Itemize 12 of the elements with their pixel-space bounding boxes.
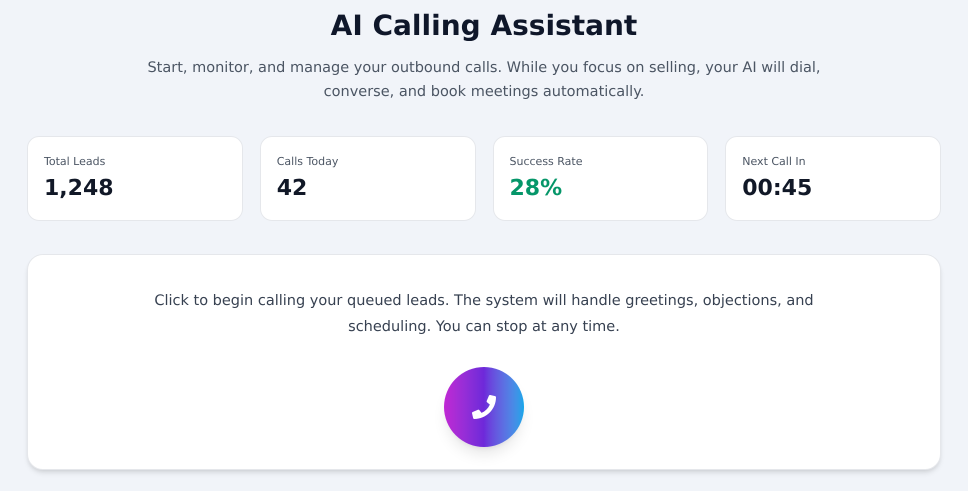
stat-value: 28% <box>510 175 564 203</box>
phone-icon <box>472 395 496 419</box>
stat-value: 00:45 <box>742 175 814 203</box>
stat-label: Total Leads <box>44 154 106 170</box>
page-title: AI Calling Assistant <box>330 8 638 44</box>
page-subtitle: Start, monitor, and manage your outbound calls. While you focus on selling, your AI will dial, converse, and book meetings automatically. <box>146 59 822 102</box>
stat-label: Next Call In <box>742 154 807 170</box>
call-description: Click to begin calling your queued leads. The system will handle greetings, objections, and scheduling. You can stop at any time. <box>154 292 814 337</box>
stat-label: Calls Today <box>276 154 340 170</box>
stat-value: 42 <box>276 175 308 203</box>
stat-label: Success Rate <box>510 154 584 170</box>
stat-value: 1,248 <box>44 175 115 203</box>
